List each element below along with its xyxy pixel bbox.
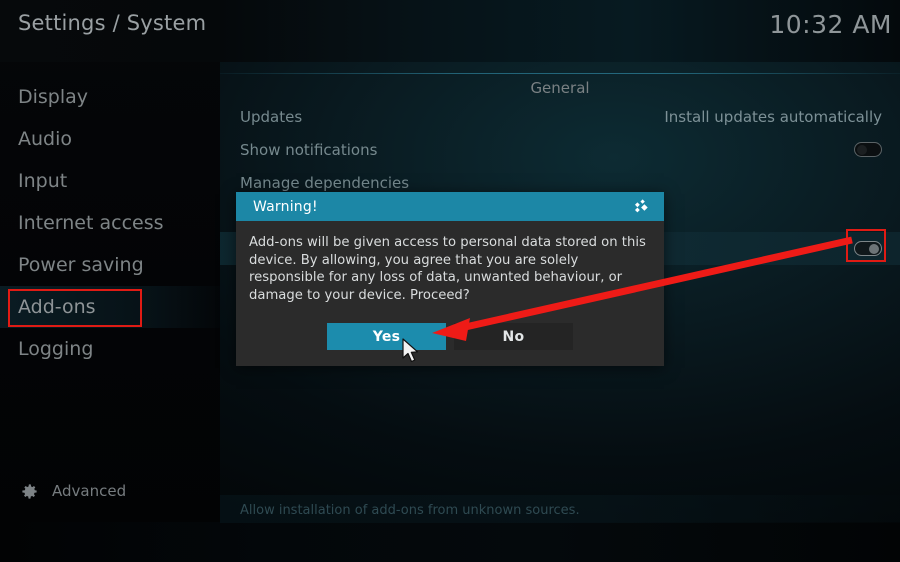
dialog-no-button[interactable]: No [454, 323, 573, 350]
setting-label: Updates [240, 107, 303, 126]
sidebar-item-input[interactable]: Input [0, 160, 220, 202]
sidebar-item-advanced[interactable]: Advanced [0, 476, 220, 506]
bottom-bar-background [0, 522, 900, 562]
setting-label: Show notifications [240, 140, 378, 159]
show-notifications-toggle[interactable] [854, 142, 882, 157]
setting-row-show-notifications[interactable]: Show notifications [220, 133, 900, 166]
setting-row-updates[interactable]: Updates Install updates automatically [220, 100, 900, 133]
dialog-header: Warning! [236, 192, 664, 221]
dialog-message: Add-ons will be given access to personal… [249, 235, 646, 303]
sidebar-item-label: Power saving [18, 254, 144, 276]
warning-dialog: Warning! Add-ons will be given access to… [236, 192, 664, 366]
kodi-settings-window: Settings / System 10:32 AM Display Audio… [0, 0, 900, 562]
setting-value: Install updates automatically [664, 107, 882, 126]
sidebar-item-power-saving[interactable]: Power saving [0, 244, 220, 286]
sidebar-item-logging[interactable]: Logging [0, 328, 220, 370]
sidebar-item-label: Add-ons [18, 296, 96, 318]
sidebar-item-label: Logging [18, 338, 94, 360]
sidebar-item-internet-access[interactable]: Internet access [0, 202, 220, 244]
page-title: Settings / System [18, 11, 207, 35]
sidebar-item-label: Display [18, 86, 89, 108]
dialog-no-label: No [502, 328, 525, 345]
toggle-knob [857, 144, 867, 155]
sidebar-item-audio[interactable]: Audio [0, 118, 220, 160]
sidebar-advanced-label: Advanced [52, 482, 127, 500]
section-title: General [530, 79, 590, 97]
sidebar-item-label: Internet access [18, 212, 164, 234]
dialog-title: Warning! [253, 198, 318, 215]
setting-help-text: Allow installation of add-ons from unkno… [240, 503, 580, 518]
dialog-yes-label: Yes [372, 328, 401, 345]
kodi-logo-icon [632, 195, 656, 219]
sidebar-item-label: Audio [18, 128, 73, 150]
settings-category-sidebar: Display Audio Input Internet access Powe… [0, 76, 220, 370]
toggle-knob [869, 243, 879, 254]
setting-label: Manage dependencies [240, 173, 410, 192]
content-divider [220, 73, 900, 74]
dialog-yes-button[interactable]: Yes [327, 323, 446, 350]
dialog-body: Add-ons will be given access to personal… [236, 221, 664, 304]
clock: 10:32 AM [769, 10, 892, 39]
unknown-sources-toggle[interactable] [854, 241, 882, 256]
dialog-button-row: Yes No [236, 323, 664, 350]
sidebar-item-display[interactable]: Display [0, 76, 220, 118]
gear-icon [20, 482, 39, 501]
sidebar-item-label: Input [18, 170, 68, 192]
sidebar-item-add-ons[interactable]: Add-ons [0, 286, 220, 328]
